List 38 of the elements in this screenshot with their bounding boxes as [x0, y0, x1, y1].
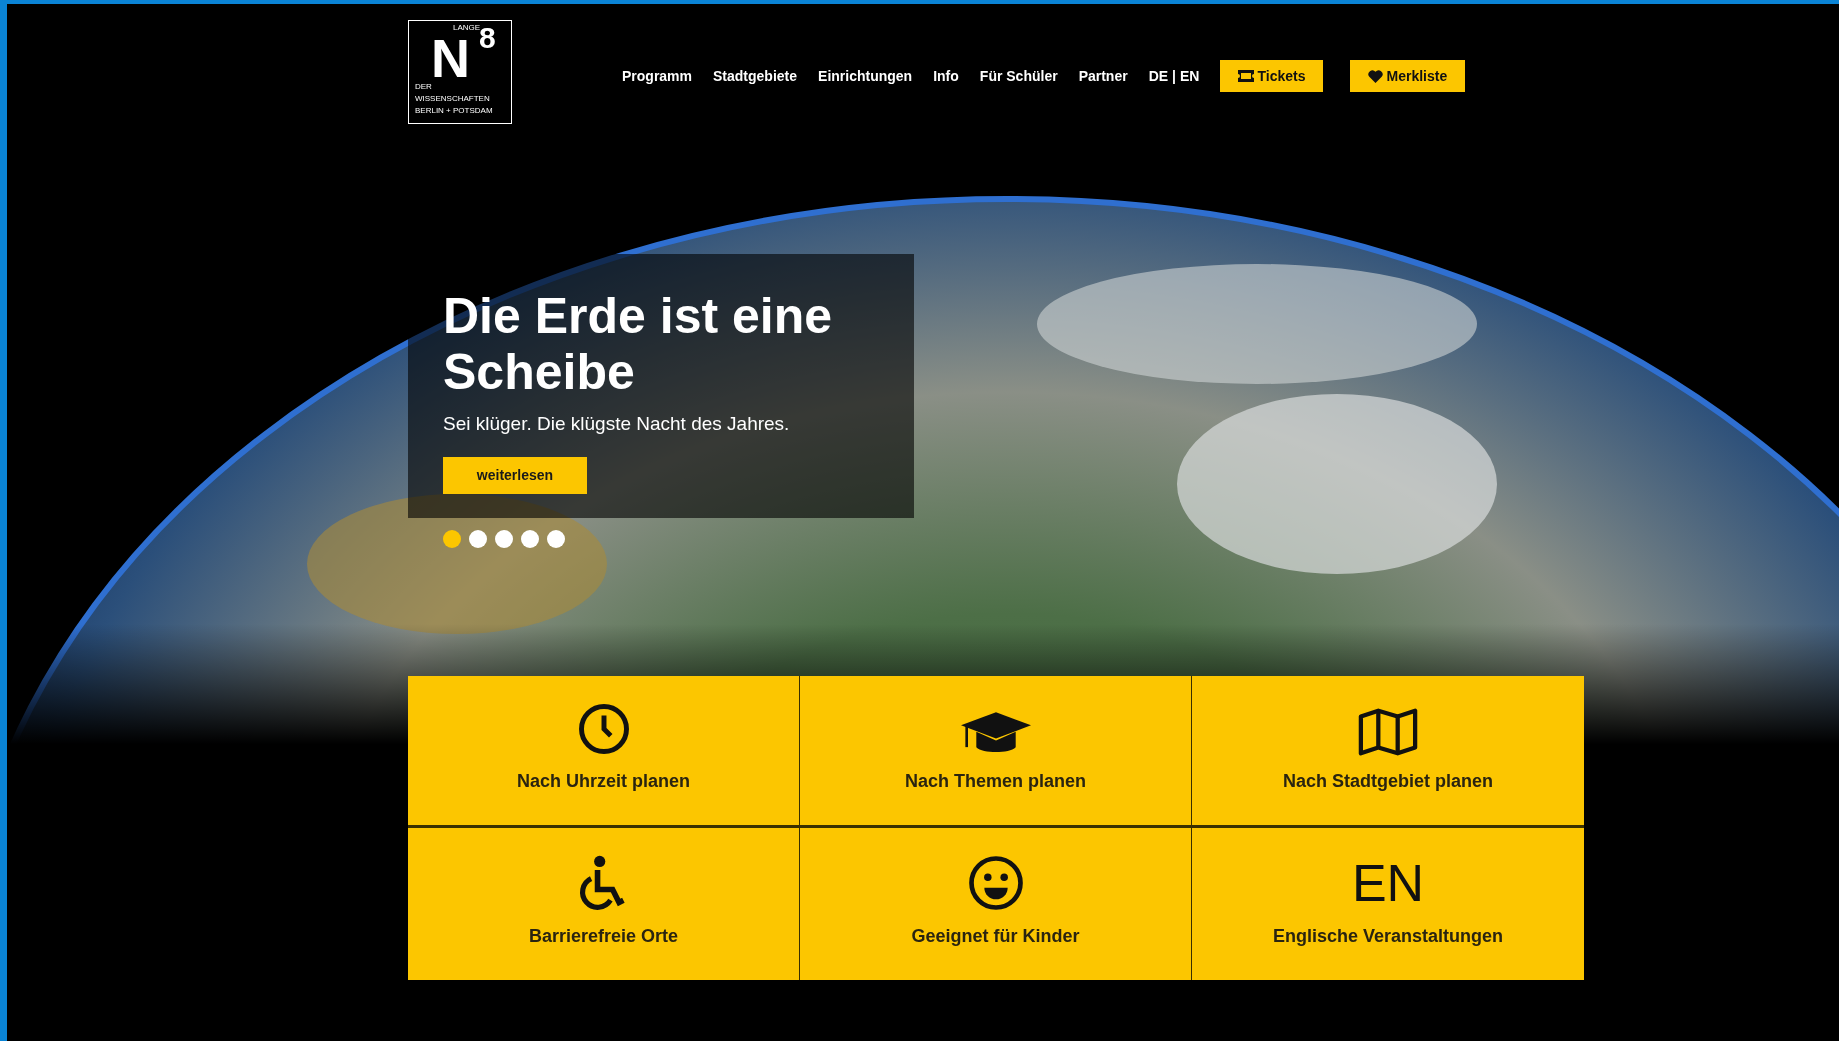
language-separator: | — [1172, 66, 1177, 86]
ticket-icon — [1238, 70, 1255, 82]
tile-label: Englische Veranstaltungen — [1272, 924, 1504, 948]
clock-icon — [576, 701, 631, 756]
hero-title: Die Erde ist eine Scheibe — [443, 288, 834, 400]
planner-tile[interactable]: Nach Themen planen — [800, 675, 1192, 828]
tile-label: Nach Stadtgebiet planen — [1282, 769, 1493, 793]
heart-icon — [1368, 69, 1384, 83]
tile-label: Nach Themen planen — [904, 769, 1086, 793]
smiley-icon — [967, 854, 1024, 911]
tile-label: Barrierefreie Orte — [528, 924, 679, 948]
nav-link[interactable]: Programm — [622, 65, 693, 87]
language-link[interactable]: EN — [1180, 65, 1200, 87]
logo-text: LANGE — [453, 23, 481, 32]
ticket-button[interactable]: Tickets — [1220, 60, 1324, 92]
logo-digit: 8 — [479, 23, 496, 53]
logo-text: DER — [415, 81, 433, 93]
nav-link[interactable]: Partner — [1078, 65, 1128, 87]
nav-link[interactable]: Info — [933, 65, 959, 87]
planner-tile[interactable]: Nach Stadtgebiet planen — [1192, 675, 1584, 828]
tile-label: Geeignet für Kinder — [911, 924, 1080, 948]
planner-tile[interactable]: Nach Uhrzeit planen — [408, 675, 800, 828]
nav-link[interactable]: Für Schüler — [979, 65, 1058, 87]
logo-letter: N — [431, 35, 470, 81]
language-code: EN — [1351, 854, 1425, 911]
logo-text: WISSENSCHAFTEN — [415, 93, 491, 105]
logo-text: BERLIN + POTSDAM — [415, 105, 493, 117]
nav-link[interactable]: Stadtgebiete — [713, 65, 798, 87]
planner-tile[interactable]: Geeignet für Kinder — [800, 827, 1192, 980]
hero-subtitle: Sei klüger. Die klügste Nacht des Jahres. — [443, 412, 791, 436]
tile-label: Nach Uhrzeit planen — [517, 769, 690, 793]
nav-link[interactable]: Einrichtungen — [818, 65, 913, 87]
read-more-button[interactable]: weiterlesen — [443, 456, 587, 494]
heart-button[interactable]: Merkliste — [1350, 60, 1466, 92]
planner-tile[interactable]: EN Englische Veranstaltungen — [1192, 827, 1584, 980]
map-icon — [1357, 707, 1419, 756]
planner-tile[interactable]: Barrierefreie Orte — [408, 827, 800, 980]
language-link[interactable]: DE — [1148, 65, 1169, 87]
